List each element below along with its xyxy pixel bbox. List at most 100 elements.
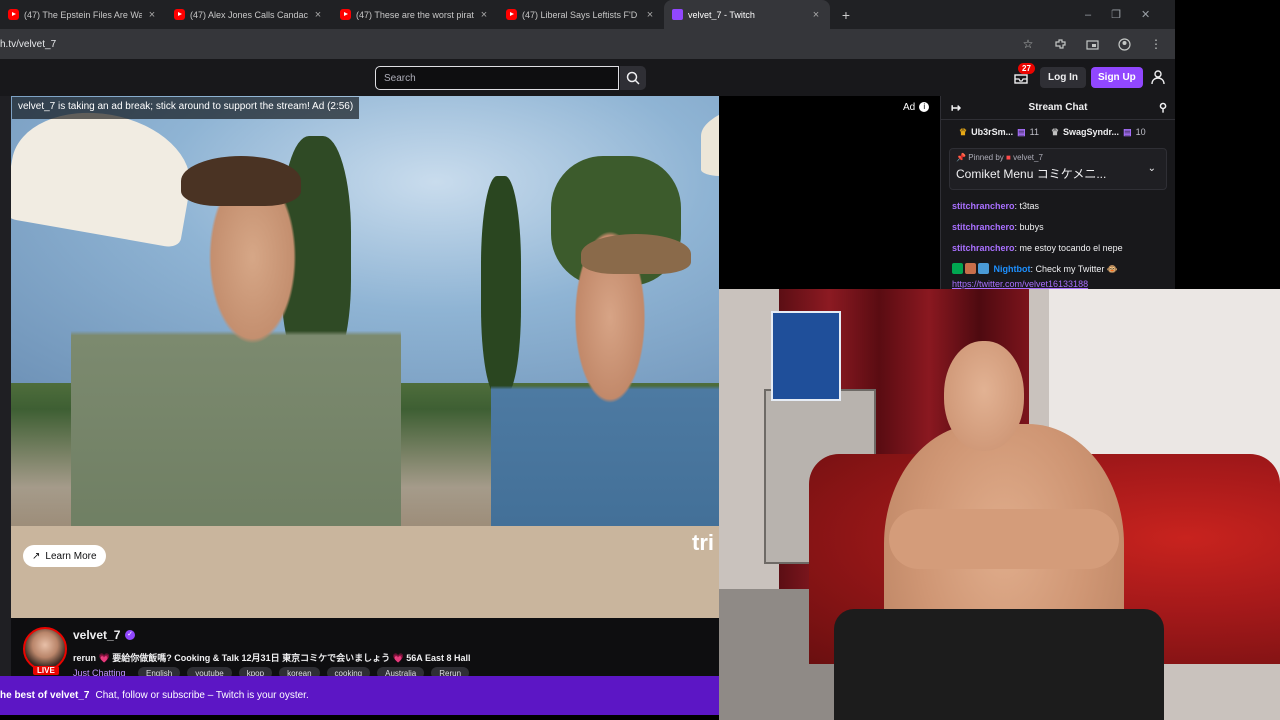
youtube-favicon-icon	[8, 9, 19, 20]
pinned-text: Comiket Menu コミケメニ...	[956, 167, 1107, 181]
tab-close-icon[interactable]: ×	[810, 9, 822, 21]
gifter-count: 11	[1029, 127, 1039, 137]
browser-tab[interactable]: (47) These are the worst pirate ×	[332, 0, 498, 29]
tab-close-icon[interactable]: ×	[478, 9, 490, 21]
url-field[interactable]: h.tv/velvet_7	[0, 39, 1021, 50]
external-arrow-icon: ↗	[32, 550, 41, 562]
ad-break-notice: velvet_7 is taking an ad break; stick ar…	[12, 97, 360, 119]
chat-header: ↦ Stream Chat ⚲	[941, 96, 1175, 120]
tab-label: velvet_7 - Twitch	[688, 9, 755, 20]
chat-title: Stream Chat	[1028, 102, 1088, 113]
chat-text: Check my Twitter	[1035, 264, 1105, 274]
twitch-favicon-icon	[672, 9, 683, 20]
browser-tab-bar: (47) The Epstein Files Are Way W × (47) …	[0, 0, 1175, 29]
learn-more-label: Learn More	[45, 550, 97, 562]
pinned-by: 📌 Pinned by ■ velvet_7	[956, 153, 1160, 162]
browser-tab[interactable]: (47) The Epstein Files Are Way W ×	[0, 0, 166, 29]
chat-username[interactable]: stitchranchero	[952, 222, 1015, 232]
pinned-message[interactable]: 📌 Pinned by ■ velvet_7 Comiket Menu コミケメ…	[949, 148, 1167, 190]
chat-username[interactable]: Nightbot	[994, 264, 1031, 274]
gifter[interactable]: ♛ Ub3rSm... ▤ 11	[959, 127, 1039, 138]
browser-tab[interactable]: (47) Liberal Says Leftists F'D UP ×	[498, 0, 664, 29]
youtube-favicon-icon	[506, 9, 517, 20]
community-icon[interactable]: ⚲	[1159, 101, 1167, 114]
chat-username[interactable]: stitchranchero	[952, 243, 1015, 253]
gifter-count: 10	[1135, 127, 1146, 137]
dining-table	[11, 526, 719, 618]
stream-title: rerun 💗 要給你做飯嗎? Cooking & Talk 12月31日 東京…	[73, 653, 471, 663]
verified-icon: ✓	[125, 630, 135, 640]
tab-close-icon[interactable]: ×	[146, 9, 158, 21]
browser-toolbar: ☆ ⋮	[1021, 37, 1175, 51]
window-controls: – ❐ ✕	[1085, 0, 1175, 29]
top-gifters: ♛ Ub3rSm... ▤ 11 ♛ SwagSyndr... ▤ 10	[941, 120, 1175, 144]
chat-messages: stitchranchero: t3tas stitchranchero: bu…	[941, 190, 1175, 298]
info-icon[interactable]: i	[919, 102, 930, 112]
banner-bold-text: he best of velvet_7	[0, 690, 90, 701]
inbox-count-badge: 27	[1018, 63, 1035, 74]
search-button[interactable]	[620, 66, 646, 90]
tab-close-icon[interactable]: ×	[312, 9, 324, 21]
tab-label: (47) Liberal Says Leftists F'D UP	[522, 9, 640, 20]
stream-chat: ↦ Stream Chat ⚲ ♛ Ub3rSm... ▤ 11 ♛ SwagS…	[940, 96, 1175, 290]
youtube-favicon-icon	[174, 9, 185, 20]
login-button[interactable]: Log In	[1040, 67, 1086, 88]
monkey-emote-icon: 🐵	[1106, 264, 1119, 274]
address-bar: h.tv/velvet_7 ☆ ⋮	[0, 29, 1175, 59]
minimize-icon[interactable]: –	[1085, 9, 1091, 21]
crown-icon: ♛	[1050, 126, 1060, 137]
chevron-down-icon[interactable]: ⌄	[1148, 163, 1156, 174]
tab-label: (47) The Epstein Files Are Way W	[24, 9, 142, 20]
browser-tab[interactable]: (47) Alex Jones Calls Candace C ×	[166, 0, 332, 29]
profile-icon[interactable]	[1117, 37, 1131, 51]
mod-badge-icon	[965, 263, 976, 274]
verified-badge-icon	[952, 263, 963, 274]
tab-label: (47) Alex Jones Calls Candace C	[190, 9, 308, 20]
crown-icon: ♛	[959, 126, 968, 137]
gifter-name: Ub3rSm...	[971, 127, 1014, 137]
search-icon	[626, 71, 640, 85]
chat-link[interactable]: https://twitter.com/velvet16133188	[952, 279, 1088, 289]
gift-icon: ▤	[1017, 126, 1026, 137]
youtube-favicon-icon	[340, 9, 351, 20]
chat-text: bubys	[1019, 222, 1044, 232]
banner-text: Chat, follow or subscribe – Twitch is yo…	[95, 690, 309, 701]
chat-message: stitchranchero: t3tas	[952, 201, 1040, 211]
ad-tag[interactable]: Ad i	[898, 97, 935, 117]
webcam-overlay	[719, 289, 1280, 720]
channel-avatar[interactable]	[23, 627, 67, 671]
browser-tab-active[interactable]: velvet_7 - Twitch ×	[664, 0, 830, 29]
channel-name[interactable]: velvet_7	[73, 628, 120, 642]
live-badge: LIVE	[33, 666, 59, 675]
chat-message: stitchranchero: me estoy tocando el nepe	[952, 243, 1123, 253]
chat-username[interactable]: stitchranchero	[952, 201, 1015, 211]
tab-close-icon[interactable]: ×	[644, 9, 656, 21]
chat-message: stitchranchero: bubys	[952, 222, 1044, 232]
signup-button[interactable]: Sign Up	[1091, 67, 1143, 88]
gifter[interactable]: ♛ SwagSyndr... ▤ 10	[1051, 127, 1146, 138]
ad-overlay-text: tri	[692, 530, 714, 555]
learn-more-button[interactable]: ↗ Learn More	[23, 545, 106, 567]
chat-text: me estoy tocando el nepe	[1019, 243, 1123, 253]
video-player[interactable]	[11, 96, 719, 618]
search-input[interactable]: Search	[375, 66, 619, 90]
extensions-icon[interactable]	[1053, 37, 1067, 51]
close-window-icon[interactable]: ✕	[1141, 8, 1150, 21]
gift-icon: ▤	[1123, 126, 1132, 137]
signup-promo-banner[interactable]: he best of velvet_7 Chat, follow or subs…	[0, 676, 719, 715]
person-shorts	[834, 609, 1164, 720]
pinned-by-user: velvet_7	[1013, 153, 1043, 162]
pinned-by-label: Pinned by	[968, 153, 1004, 162]
broadcaster-badge-icon: ■	[1006, 153, 1011, 162]
user-menu-icon[interactable]	[1150, 69, 1166, 85]
maximize-icon[interactable]: ❐	[1111, 8, 1121, 21]
ad-tag-label: Ad	[903, 101, 916, 113]
bookmark-star-icon[interactable]: ☆	[1021, 37, 1035, 51]
collapsed-sidebar	[0, 96, 11, 676]
collapse-chat-icon[interactable]: ↦	[951, 101, 961, 115]
media-controls-icon[interactable]	[1085, 37, 1099, 51]
pin-icon: 📌	[956, 153, 966, 162]
cardboard-box	[771, 311, 841, 401]
more-menu-icon[interactable]: ⋮	[1149, 37, 1163, 51]
new-tab-button[interactable]: +	[834, 7, 858, 23]
